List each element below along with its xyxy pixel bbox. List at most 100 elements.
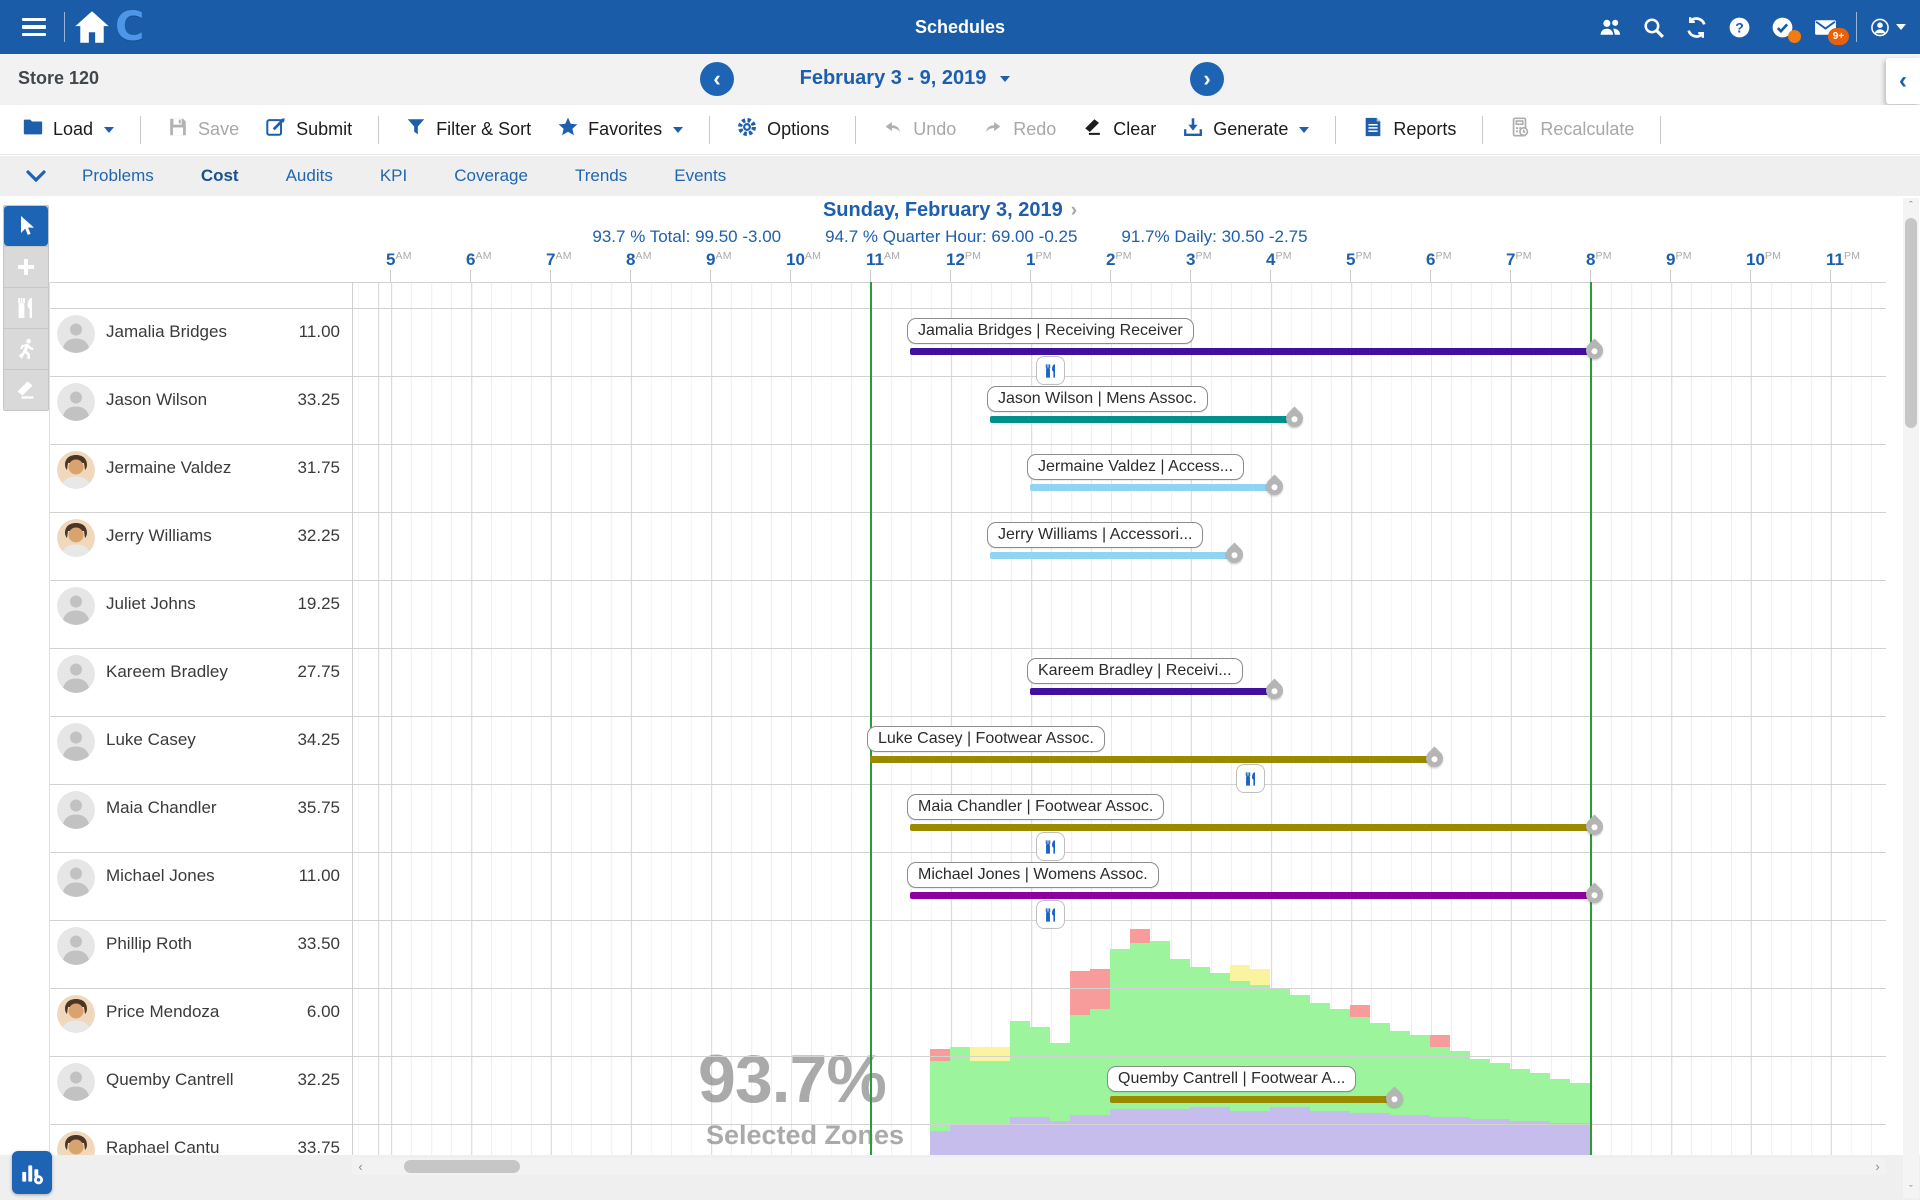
employee-name: Jason Wilson (106, 390, 207, 410)
team-icon[interactable] (1592, 9, 1628, 45)
employee-row[interactable]: Luke Casey34.25 (49, 716, 352, 784)
brand-logo[interactable]: C (115, 7, 144, 47)
scroll-left-icon[interactable]: ‹ (352, 1158, 369, 1175)
collapse-tabs-icon[interactable] (26, 170, 46, 182)
generate-icon (1182, 116, 1204, 143)
add-meal-tool[interactable] (4, 288, 48, 328)
shift-label[interactable]: Kareem Bradley | Receivi... (1027, 658, 1243, 684)
mail-icon[interactable]: 9+ (1807, 9, 1843, 45)
funnel-icon (405, 116, 427, 143)
employee-row[interactable]: Kareem Bradley27.75 (49, 648, 352, 716)
chart-settings-button[interactable] (12, 1151, 52, 1194)
shift-bar[interactable] (910, 892, 1590, 899)
shift-bar[interactable] (870, 756, 1430, 763)
tasks-badge (1788, 30, 1801, 43)
shift-bar[interactable] (910, 348, 1590, 355)
generate-label: Generate (1213, 119, 1288, 140)
employee-row[interactable]: Michael Jones11.00 (49, 852, 352, 920)
employee-row[interactable]: Quemby Cantrell32.25 (49, 1056, 352, 1124)
profile-icon[interactable] (1870, 9, 1906, 45)
pointer-tool[interactable] (4, 206, 48, 246)
save-button[interactable]: Save (167, 116, 239, 143)
vertical-scroll-thumb[interactable] (1905, 218, 1917, 428)
submit-button[interactable]: Submit (265, 116, 352, 143)
chevron-right-icon: › (1071, 200, 1077, 221)
employee-row[interactable]: Price Mendoza6.00 (49, 988, 352, 1056)
options-button[interactable]: Options (736, 116, 829, 143)
day-stat: 91.7% Daily: 30.50 -2.75 (1121, 227, 1307, 246)
shift-label[interactable]: Jerry Williams | Accessori... (987, 522, 1203, 548)
tab-coverage[interactable]: Coverage (454, 166, 528, 185)
undo-button[interactable]: Undo (882, 116, 956, 143)
shift-label[interactable]: Michael Jones | Womens Assoc. (907, 862, 1159, 888)
vertical-scrollbar[interactable]: ˆ ˇ (1903, 198, 1919, 1198)
hour-tick (390, 270, 391, 282)
scroll-down-icon[interactable]: ˇ (1903, 1182, 1919, 1198)
avatar (57, 383, 95, 421)
tab-cost[interactable]: Cost (201, 166, 239, 185)
shift-bar[interactable] (910, 824, 1590, 831)
meal-break-marker[interactable] (1036, 900, 1065, 929)
avatar (57, 1063, 95, 1101)
horizontal-scroll-thumb[interactable] (404, 1160, 520, 1173)
next-week-button[interactable]: › (1190, 62, 1224, 96)
shift-label[interactable]: Jason Wilson | Mens Assoc. (987, 386, 1208, 412)
employee-row[interactable]: Jamalia Bridges11.00 (49, 308, 352, 376)
scroll-up-icon[interactable]: ˆ (1903, 198, 1919, 214)
redo-button[interactable]: Redo (982, 116, 1056, 143)
date-range-selector[interactable]: February 3 - 9, 2019 (760, 67, 1050, 90)
tab-events[interactable]: Events (674, 166, 726, 185)
shift-bar[interactable] (1110, 1096, 1390, 1103)
home-icon[interactable] (71, 0, 113, 54)
erase-tool[interactable] (4, 370, 48, 410)
employee-row[interactable]: Phillip Roth33.50 (49, 920, 352, 988)
chevron-down-icon (104, 127, 114, 133)
search-icon[interactable] (1635, 9, 1671, 45)
generate-button[interactable]: Generate (1182, 116, 1309, 143)
tab-problems[interactable]: Problems (82, 166, 154, 185)
shift-bar[interactable] (1030, 688, 1270, 695)
add-activity-tool[interactable] (4, 329, 48, 369)
refresh-icon[interactable] (1678, 9, 1714, 45)
favorites-button[interactable]: Favorites (557, 116, 683, 143)
toolbar-divider (378, 116, 379, 144)
tab-kpi[interactable]: KPI (380, 166, 407, 185)
shift-bar[interactable] (1030, 484, 1270, 491)
shift-label[interactable]: Jermaine Valdez | Access... (1027, 454, 1244, 480)
help-icon[interactable]: ? (1721, 9, 1757, 45)
tab-audits[interactable]: Audits (286, 166, 333, 185)
employee-row[interactable]: Jason Wilson33.25 (49, 376, 352, 444)
previous-week-button[interactable]: ‹ (700, 62, 734, 96)
star-icon (557, 116, 579, 143)
meal-break-marker[interactable] (1236, 764, 1265, 793)
employee-row[interactable]: Jermaine Valdez31.75 (49, 444, 352, 512)
schedule-grid[interactable] (352, 282, 1886, 1155)
shift-label[interactable]: Luke Casey | Footwear Assoc. (867, 726, 1105, 752)
employee-row[interactable]: Juliet Johns19.25 (49, 580, 352, 648)
scroll-right-icon[interactable]: › (1869, 1158, 1886, 1175)
shift-bar[interactable] (990, 552, 1230, 559)
employee-hours: 33.50 (297, 934, 340, 954)
meal-break-marker[interactable] (1036, 356, 1065, 385)
collapse-panel-button[interactable]: ‹ (1886, 58, 1920, 104)
tasks-icon[interactable] (1764, 9, 1800, 45)
horizontal-scrollbar[interactable]: ‹ › (352, 1158, 1886, 1175)
menu-icon[interactable] (0, 0, 58, 54)
meal-break-marker[interactable] (1036, 832, 1065, 861)
toolbar-divider (140, 116, 141, 144)
shift-label[interactable]: Jamalia Bridges | Receiving Receiver (907, 318, 1194, 344)
add-shift-tool[interactable] (4, 247, 48, 287)
day-title[interactable]: Sunday, February 3, 2019› (823, 199, 1077, 221)
recalculate-button[interactable]: Recalculate (1509, 116, 1634, 143)
employee-hours: 32.25 (297, 1070, 340, 1090)
employee-row[interactable]: Jerry Williams32.25 (49, 512, 352, 580)
clear-button[interactable]: Clear (1082, 116, 1156, 143)
employee-row[interactable]: Maia Chandler35.75 (49, 784, 352, 852)
shift-label[interactable]: Maia Chandler | Footwear Assoc. (907, 794, 1164, 820)
load-button[interactable]: Load (22, 116, 114, 143)
reports-button[interactable]: Reports (1362, 116, 1456, 143)
shift-bar[interactable] (990, 416, 1290, 423)
tab-trends[interactable]: Trends (575, 166, 627, 185)
filter-sort-button[interactable]: Filter & Sort (405, 116, 531, 143)
shift-label[interactable]: Quemby Cantrell | Footwear A... (1107, 1066, 1356, 1092)
